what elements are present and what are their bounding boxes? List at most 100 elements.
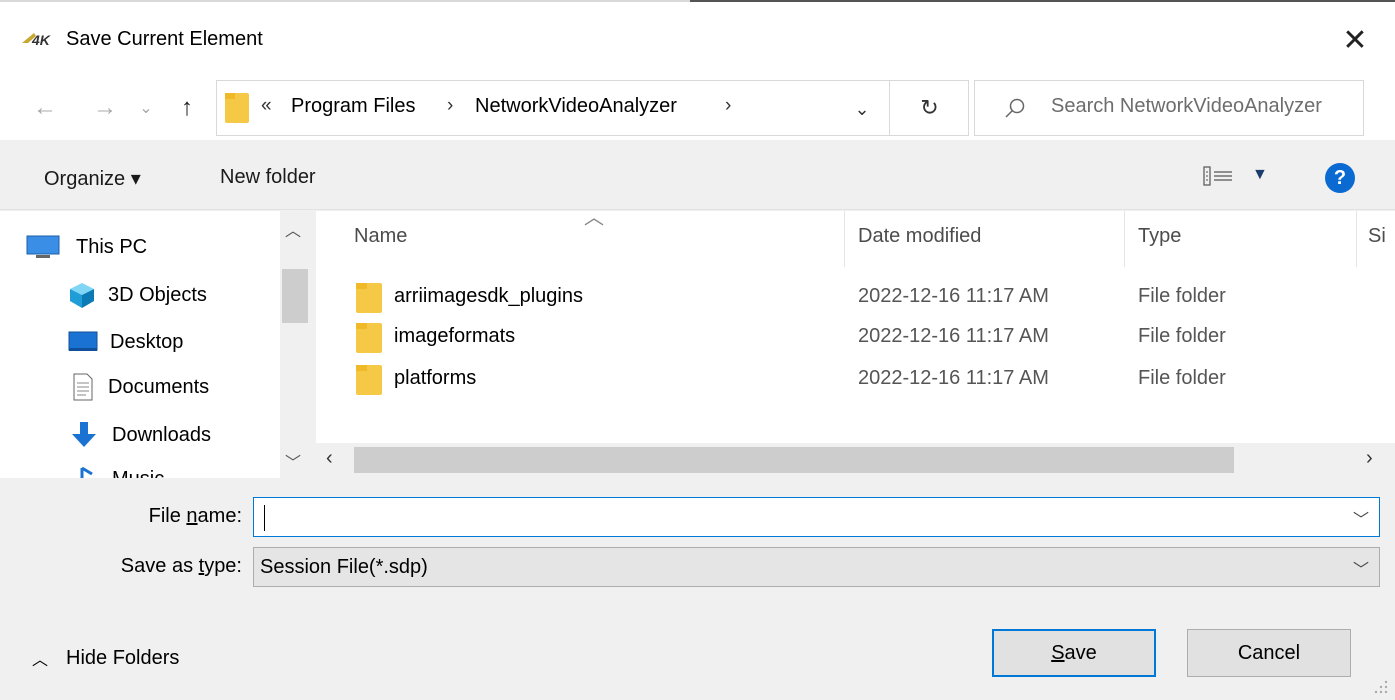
sidebar-item-label: Documents bbox=[108, 375, 210, 398]
music-icon bbox=[80, 466, 93, 478]
chevron-down-icon: ⌄ bbox=[139, 100, 153, 117]
scrollbar-thumb[interactable] bbox=[354, 447, 1234, 473]
sidebar-item-documents[interactable]: Documents bbox=[72, 367, 209, 407]
file-type: File folder bbox=[1138, 367, 1226, 389]
window-top-shadow bbox=[690, 0, 1395, 2]
navigation-row: ← → ⌄ ↑ « Program Files › NetworkVideoAn… bbox=[0, 78, 1395, 140]
file-row[interactable]: platforms 2022-12-16 11:17 AM File folde… bbox=[346, 357, 1395, 397]
sidebar-item-desktop[interactable]: Desktop bbox=[68, 322, 183, 362]
file-type: File folder bbox=[1138, 285, 1226, 307]
file-row[interactable]: arriimagesdk_plugins 2022-12-16 11:17 AM… bbox=[346, 275, 1395, 315]
scrollbar-thumb[interactable] bbox=[282, 269, 308, 323]
column-divider[interactable] bbox=[1124, 211, 1125, 267]
navigation-scrollbar[interactable]: ︿ ﹀ bbox=[280, 211, 316, 478]
forward-arrow-icon: → bbox=[93, 94, 117, 121]
cancel-button[interactable]: Cancel bbox=[1187, 629, 1351, 677]
scroll-right-icon[interactable]: › bbox=[1366, 447, 1373, 470]
breadcrumb-program-files[interactable]: Program Files bbox=[291, 95, 415, 118]
sidebar-item-label: 3D Objects bbox=[108, 283, 207, 306]
back-button[interactable]: ← bbox=[28, 88, 62, 128]
view-dropdown-icon[interactable]: ▼ bbox=[1252, 166, 1268, 184]
resize-grip-icon[interactable] bbox=[1370, 676, 1390, 696]
file-name-label: File name: bbox=[148, 505, 242, 527]
folder-icon bbox=[356, 283, 382, 313]
column-header-name[interactable]: Name bbox=[354, 225, 407, 248]
file-name: platforms bbox=[394, 367, 477, 389]
folder-icon bbox=[356, 323, 382, 353]
new-folder-button[interactable]: New folder bbox=[220, 166, 316, 189]
address-bar[interactable]: « Program Files › NetworkVideoAnalyzer ›… bbox=[216, 80, 969, 136]
title-bar: 4K Save Current Element ✕ bbox=[0, 0, 1395, 78]
breadcrumb-separator[interactable]: › bbox=[725, 95, 731, 117]
chevron-down-icon: ⌄ bbox=[854, 98, 870, 119]
file-list: ︿ Name Date modified Type Si arriimagesd… bbox=[316, 211, 1395, 443]
command-toolbar: Organize ▾ New folder ▼ ? bbox=[0, 140, 1395, 210]
breadcrumb-overflow[interactable]: « bbox=[261, 95, 272, 117]
save-as-type-label: Save as type: bbox=[120, 555, 242, 577]
close-icon: ✕ bbox=[1342, 23, 1368, 57]
search-placeholder: Search NetworkVideoAnalyzer bbox=[1051, 95, 1322, 117]
navigation-pane: This PC 3D Objects Desktop Documents Dow… bbox=[0, 211, 316, 478]
address-dropdown-button[interactable]: ⌄ bbox=[845, 95, 879, 123]
column-header-type[interactable]: Type bbox=[1138, 225, 1181, 248]
monitor-icon bbox=[26, 235, 60, 258]
svg-text:4K: 4K bbox=[31, 32, 51, 48]
file-name: imageformats bbox=[394, 325, 516, 347]
chevron-up-icon: ︿ bbox=[32, 652, 49, 669]
horizontal-scrollbar[interactable]: ‹ › bbox=[316, 443, 1395, 478]
cube-icon bbox=[70, 283, 94, 308]
file-name-field[interactable]: ﹀ bbox=[253, 497, 1380, 537]
sidebar-item-label: Downloads bbox=[112, 423, 211, 446]
scroll-left-icon[interactable]: ‹ bbox=[326, 447, 333, 470]
document-icon bbox=[73, 373, 93, 401]
desktop-icon bbox=[68, 331, 98, 351]
refresh-icon: ↻ bbox=[920, 95, 939, 120]
view-options-icon[interactable] bbox=[1202, 164, 1234, 188]
sidebar-item-music[interactable]: Music bbox=[72, 459, 164, 478]
save-as-type-select[interactable]: Session File(*.sdp) ﹀ bbox=[253, 547, 1380, 587]
hide-folders-label: Hide Folders bbox=[66, 646, 180, 669]
sidebar-item-this-pc[interactable]: This PC bbox=[26, 227, 147, 267]
save-as-type-value: Session File(*.sdp) bbox=[260, 556, 428, 578]
hide-folders-button[interactable]: ︿ Hide Folders bbox=[32, 646, 179, 670]
column-header-date-modified[interactable]: Date modified bbox=[858, 225, 981, 248]
save-button[interactable]: Save bbox=[992, 629, 1156, 677]
sidebar-item-downloads[interactable]: Downloads bbox=[70, 415, 211, 455]
sort-ascending-icon: ︿ bbox=[584, 211, 604, 229]
sidebar-item-label: Music bbox=[112, 468, 164, 479]
up-button[interactable]: ↑ bbox=[170, 88, 204, 128]
breadcrumb-networkvideoanalyzer[interactable]: NetworkVideoAnalyzer bbox=[475, 95, 677, 118]
column-header-size[interactable]: Si bbox=[1368, 225, 1386, 248]
app-4k-icon: 4K bbox=[22, 32, 51, 48]
search-input[interactable]: Search NetworkVideoAnalyzer bbox=[974, 80, 1364, 136]
forward-button[interactable]: → bbox=[88, 88, 122, 128]
organize-menu[interactable]: Organize ▾ bbox=[44, 166, 141, 191]
close-button[interactable]: ✕ bbox=[1320, 10, 1390, 70]
scroll-down-icon[interactable]: ﹀ bbox=[285, 449, 301, 473]
refresh-button[interactable]: ↻ bbox=[889, 81, 969, 135]
folder-icon bbox=[356, 365, 382, 395]
sidebar-item-label: This PC bbox=[76, 235, 148, 258]
help-icon[interactable]: ? bbox=[1325, 163, 1355, 193]
file-type: File folder bbox=[1138, 325, 1226, 347]
breadcrumb-separator[interactable]: › bbox=[447, 95, 453, 117]
file-row[interactable]: imageformats 2022-12-16 11:17 AM File fo… bbox=[346, 315, 1395, 355]
download-icon bbox=[72, 422, 96, 447]
column-divider[interactable] bbox=[844, 211, 845, 267]
chevron-down-icon[interactable]: ﹀ bbox=[1353, 506, 1369, 530]
recent-locations-button[interactable]: ⌄ bbox=[134, 88, 158, 128]
sidebar-item-3d-objects[interactable]: 3D Objects bbox=[68, 275, 207, 315]
sidebar-item-label: Desktop bbox=[110, 330, 184, 353]
file-date: 2022-12-16 11:17 AM bbox=[858, 325, 1049, 347]
scroll-up-icon[interactable]: ︿ bbox=[285, 217, 301, 241]
chevron-down-icon[interactable]: ﹀ bbox=[1353, 556, 1369, 580]
column-divider[interactable] bbox=[1356, 211, 1357, 267]
back-arrow-icon: ← bbox=[33, 94, 57, 121]
file-date: 2022-12-16 11:17 AM bbox=[858, 285, 1049, 307]
up-arrow-icon: ↑ bbox=[181, 94, 193, 121]
search-icon bbox=[1005, 98, 1025, 118]
file-name: arriimagesdk_plugins bbox=[394, 285, 583, 307]
window-title: Save Current Element bbox=[66, 28, 263, 50]
folder-icon bbox=[225, 93, 249, 123]
file-date: 2022-12-16 11:17 AM bbox=[858, 367, 1049, 389]
